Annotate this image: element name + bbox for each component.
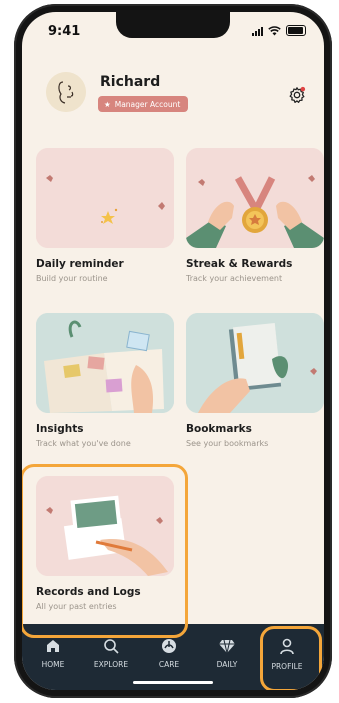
signal-icon bbox=[252, 27, 263, 36]
screen: 9:41 Richard ★ Manager Account Daily rem… bbox=[22, 12, 324, 690]
card-title: Daily reminder bbox=[36, 258, 124, 270]
search-icon bbox=[104, 639, 119, 654]
bookmarks-illustration bbox=[186, 313, 324, 413]
status-icons bbox=[252, 25, 306, 36]
home-indicator bbox=[133, 681, 213, 684]
highlight-tab-profile bbox=[260, 626, 322, 690]
card-subtitle: Build your routine bbox=[36, 274, 108, 283]
notch bbox=[116, 12, 230, 38]
card-subtitle: Track what you've done bbox=[36, 439, 131, 448]
card-title: Bookmarks bbox=[186, 423, 252, 435]
tab-label: EXPLORE bbox=[93, 660, 129, 669]
streak-rewards-illustration bbox=[186, 148, 324, 248]
card-subtitle: See your bookmarks bbox=[186, 439, 269, 448]
card-insights[interactable]: Insights Track what you've done bbox=[36, 313, 174, 448]
account-badge: ★ Manager Account bbox=[98, 96, 189, 112]
card-bookmarks[interactable]: Bookmarks See your bookmarks bbox=[186, 313, 324, 448]
insights-illustration bbox=[36, 313, 174, 413]
tab-label: CARE bbox=[158, 660, 180, 669]
phone-frame: 9:41 Richard ★ Manager Account Daily rem… bbox=[14, 4, 332, 698]
tab-label: DAILY bbox=[216, 660, 238, 669]
settings-gear-icon[interactable] bbox=[288, 86, 306, 104]
tab-explore[interactable]: EXPLORE bbox=[84, 638, 138, 669]
tab-home[interactable]: HOME bbox=[26, 638, 80, 669]
card-daily-reminder[interactable]: Daily reminder Build your routine bbox=[36, 148, 174, 283]
highlight-records-logs bbox=[22, 464, 188, 638]
home-icon bbox=[47, 640, 59, 652]
wifi-icon bbox=[268, 26, 281, 36]
badge-label: Manager Account bbox=[114, 99, 181, 109]
tab-label: HOME bbox=[41, 660, 65, 669]
card-subtitle: Track your achievement bbox=[186, 274, 283, 283]
care-icon bbox=[162, 639, 176, 653]
diamond-icon bbox=[219, 639, 235, 654]
profile-name: Richard bbox=[100, 74, 161, 90]
daily-reminder-illustration bbox=[36, 148, 174, 248]
avatar[interactable] bbox=[46, 72, 86, 112]
star-icon: ★ bbox=[104, 99, 111, 109]
card-title: Streak & Rewards bbox=[186, 258, 293, 270]
battery-icon bbox=[286, 25, 306, 36]
tab-daily[interactable]: DAILY bbox=[200, 638, 254, 669]
status-time: 9:41 bbox=[48, 24, 81, 39]
card-streak-rewards[interactable]: Streak & Rewards Track your achievement bbox=[186, 148, 324, 283]
tab-care[interactable]: CARE bbox=[142, 638, 196, 669]
card-title: Insights bbox=[36, 423, 84, 435]
